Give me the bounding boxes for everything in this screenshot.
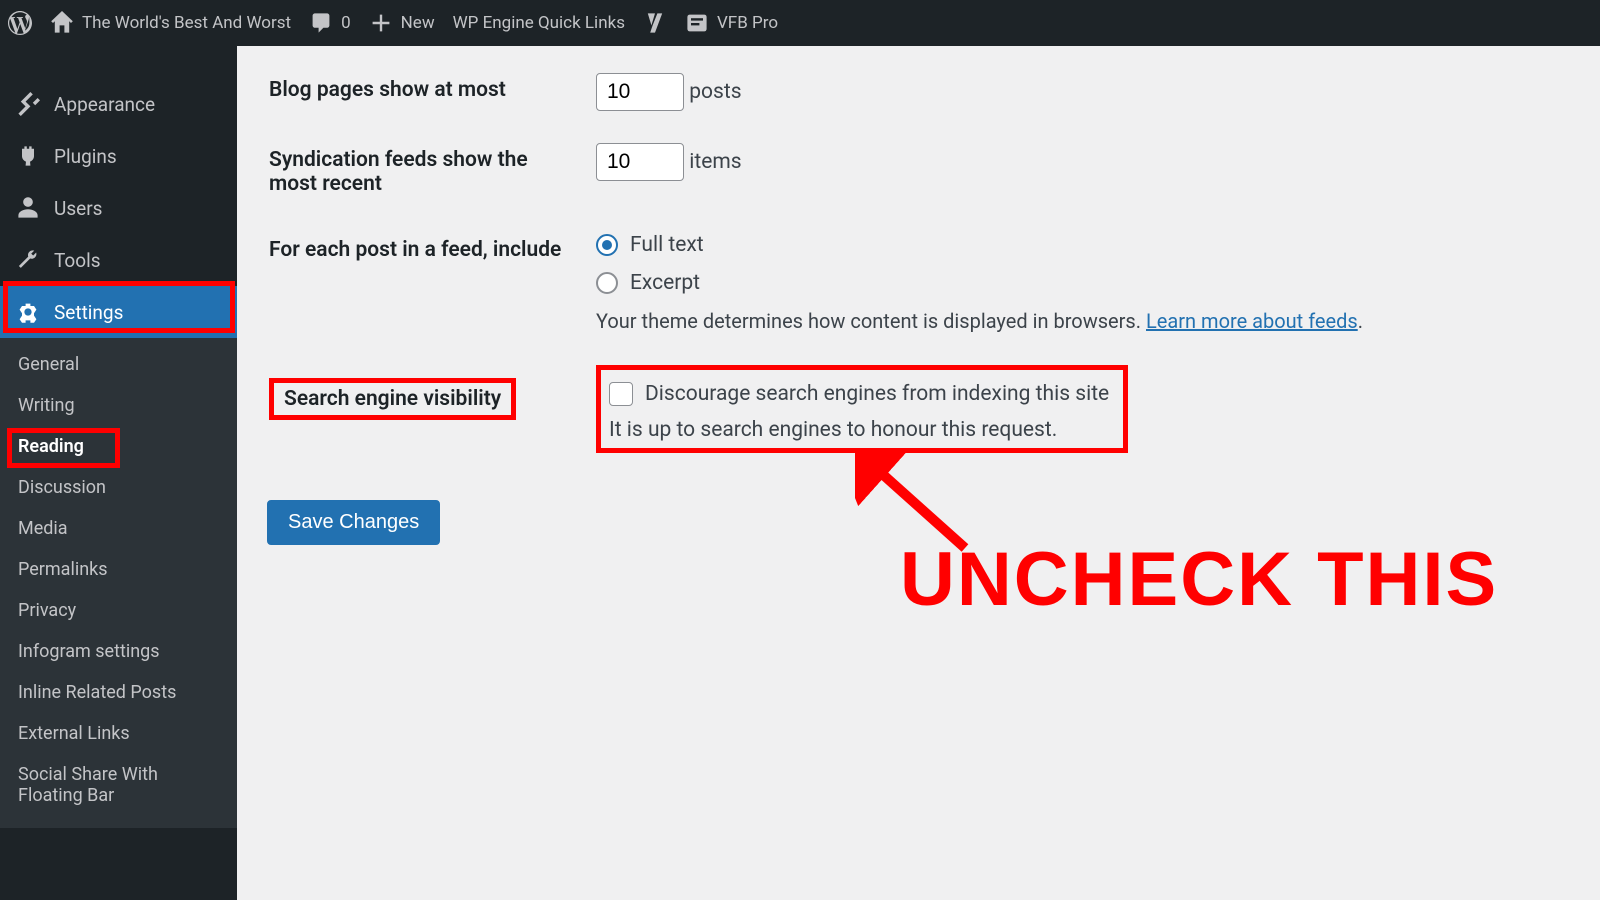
yoast-link[interactable]: [643, 11, 667, 35]
submenu-general[interactable]: General: [0, 344, 237, 385]
users-icon: [16, 196, 40, 220]
annotation-box-discourage: Discourage search engines from indexing …: [596, 365, 1128, 453]
settings-submenu: General Writing Reading Discussion Media…: [0, 338, 237, 828]
syndication-input[interactable]: [596, 143, 684, 181]
sidebar-plugins[interactable]: Plugins: [0, 130, 237, 182]
tools-icon: [16, 248, 40, 272]
submenu-external-links[interactable]: External Links: [0, 713, 237, 754]
site-title: The World's Best And Worst: [82, 13, 291, 33]
comments-link[interactable]: 0: [309, 11, 351, 35]
submenu-reading[interactable]: Reading: [0, 426, 237, 467]
syndication-suffix: items: [689, 150, 741, 174]
sev-description: It is up to search engines to honour thi…: [609, 418, 1109, 442]
wpengine-link[interactable]: WP Engine Quick Links: [453, 13, 625, 33]
submenu-infogram[interactable]: Infogram settings: [0, 631, 237, 672]
settings-form-table: Blog pages show at most posts Syndicatio…: [267, 56, 1570, 470]
feed-fulltext-radio[interactable]: [596, 234, 618, 256]
syndication-label: Syndication feeds show the most recent: [269, 128, 584, 216]
settings-icon: [16, 300, 40, 324]
feed-learn-more-link[interactable]: Learn more about feeds: [1146, 309, 1358, 333]
new-content[interactable]: New: [369, 11, 435, 35]
form-icon: [685, 11, 709, 35]
submenu-writing[interactable]: Writing: [0, 385, 237, 426]
submenu-privacy[interactable]: Privacy: [0, 590, 237, 631]
new-label: New: [401, 13, 435, 33]
submenu-social-share[interactable]: Social Share With Floating Bar: [0, 754, 237, 816]
comment-icon: [309, 11, 333, 35]
save-changes-button[interactable]: Save Changes: [267, 500, 440, 545]
comments-count: 0: [341, 13, 351, 33]
feed-excerpt-radio[interactable]: [596, 272, 618, 294]
sev-checkbox-label: Discourage search engines from indexing …: [645, 382, 1109, 406]
settings-reading-content: Blog pages show at most posts Syndicatio…: [237, 46, 1600, 900]
feed-excerpt-label: Excerpt: [630, 271, 700, 295]
blog-pages-input[interactable]: [596, 73, 684, 111]
sidebar-appearance[interactable]: Appearance: [0, 78, 237, 130]
submenu-discussion[interactable]: Discussion: [0, 467, 237, 508]
blog-pages-suffix: posts: [689, 80, 741, 104]
appearance-icon: [16, 92, 40, 116]
admin-sidebar: Appearance Plugins Users Tools Settings …: [0, 46, 237, 900]
plugins-icon: [16, 144, 40, 168]
feed-description: Your theme determines how content is dis…: [596, 309, 1146, 333]
sev-checkbox[interactable]: [609, 382, 633, 406]
sev-label: Search engine visibility: [269, 378, 516, 420]
plus-icon: [369, 11, 393, 35]
yoast-icon: [643, 11, 667, 35]
admin-bar: The World's Best And Worst 0 New WP Engi…: [0, 0, 1600, 46]
wordpress-icon: [8, 11, 32, 35]
feed-fulltext-label: Full text: [630, 233, 704, 257]
feed-include-label: For each post in a feed, include: [269, 218, 584, 348]
site-name[interactable]: The World's Best And Worst: [50, 11, 291, 35]
vfb-pro-link[interactable]: VFB Pro: [685, 11, 778, 35]
sidebar-tools[interactable]: Tools: [0, 234, 237, 286]
submenu-permalinks[interactable]: Permalinks: [0, 549, 237, 590]
submenu-inline-related[interactable]: Inline Related Posts: [0, 672, 237, 713]
home-icon: [50, 11, 74, 35]
blog-pages-label: Blog pages show at most: [269, 58, 584, 126]
submenu-media[interactable]: Media: [0, 508, 237, 549]
wp-logo[interactable]: [8, 11, 32, 35]
sidebar-settings[interactable]: Settings: [0, 286, 237, 338]
sidebar-users[interactable]: Users: [0, 182, 237, 234]
